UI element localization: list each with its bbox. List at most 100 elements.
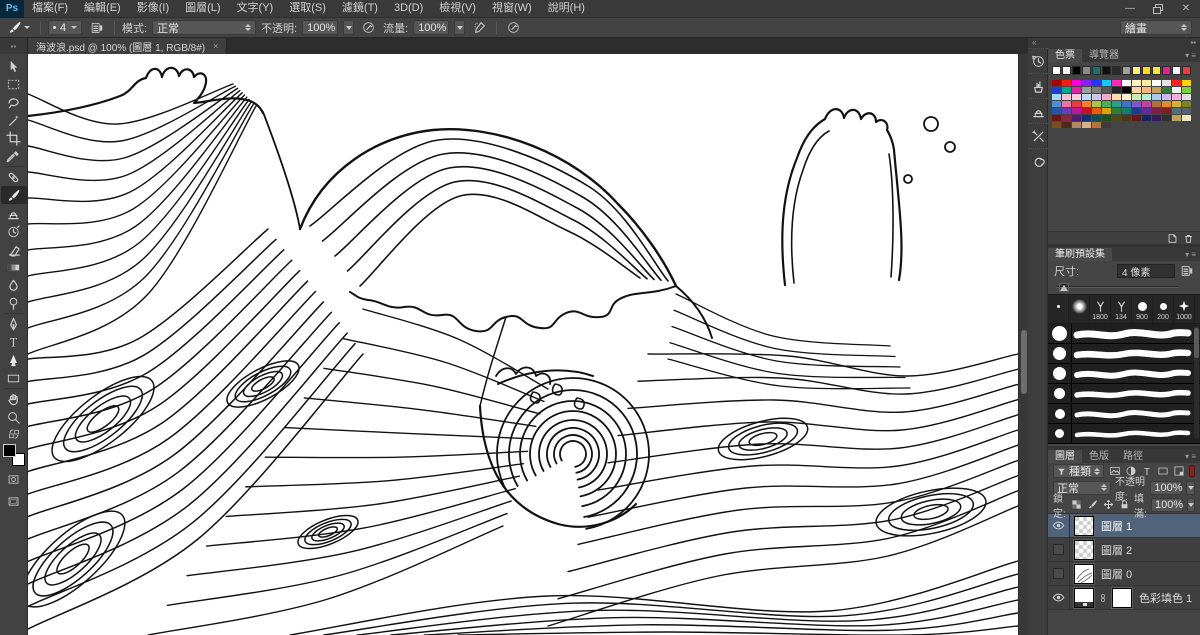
swatch[interactable] [1072, 115, 1081, 121]
swatch[interactable] [1142, 101, 1151, 107]
tab-色票[interactable]: 色票 [1048, 49, 1082, 62]
swatch[interactable] [1052, 122, 1061, 128]
lasso-tool[interactable] [1, 93, 27, 111]
type-tool[interactable]: T [1, 333, 27, 351]
opacity-dropdown[interactable] [343, 20, 354, 35]
swatch[interactable] [1162, 115, 1171, 121]
layer-row[interactable]: 圖層 2 [1048, 538, 1200, 562]
brush-list-scrollbar[interactable] [1194, 326, 1199, 438]
swatch[interactable] [1082, 115, 1091, 121]
swatch[interactable] [1092, 122, 1101, 128]
healing-brush-tool[interactable] [1, 168, 27, 186]
layer-fill-field[interactable]: 100% [1151, 498, 1183, 512]
menu-濾鏡[interactable]: 濾鏡(T) [334, 0, 386, 17]
lock-transparent-icon[interactable] [1070, 498, 1082, 512]
swatch[interactable] [1092, 80, 1101, 86]
screen-mode-button[interactable] [1, 492, 27, 510]
swatch[interactable] [1152, 108, 1161, 114]
swatch[interactable] [1162, 66, 1171, 75]
swatch[interactable] [1112, 80, 1121, 86]
swatch[interactable] [1122, 80, 1131, 86]
workspace-switcher[interactable]: 繪畫 [1120, 20, 1192, 35]
visibility-toggle[interactable] [1048, 562, 1070, 586]
pen-tool[interactable] [1, 315, 27, 333]
menu-說明[interactable]: 說明(H) [540, 0, 593, 17]
lock-paint-icon[interactable] [1086, 498, 1098, 512]
swatch[interactable] [1172, 87, 1181, 93]
swatch[interactable] [1102, 108, 1111, 114]
tool-preset-picker[interactable] [4, 20, 33, 36]
layer-opacity-field[interactable]: 100% [1150, 481, 1182, 495]
swatch[interactable] [1162, 94, 1171, 100]
swatch[interactable] [1102, 94, 1111, 100]
mode-select[interactable]: 正常 [152, 20, 256, 35]
swatch[interactable] [1172, 101, 1181, 107]
brush-preset-row[interactable] [1048, 424, 1200, 444]
menu-文字[interactable]: 文字(Y) [229, 0, 282, 17]
swatch[interactable] [1082, 94, 1091, 100]
brush-preset[interactable] [1069, 295, 1090, 323]
layer-fill-dropdown[interactable] [1187, 498, 1195, 512]
swatch[interactable] [1162, 87, 1171, 93]
swatch[interactable] [1092, 94, 1101, 100]
brush-preset-row[interactable] [1048, 384, 1200, 404]
swatch[interactable] [1152, 115, 1161, 121]
layer-thumbnail[interactable] [1074, 540, 1094, 560]
swatch[interactable] [1092, 66, 1101, 75]
swatch[interactable] [1152, 66, 1161, 75]
swatch[interactable] [1072, 94, 1081, 100]
swatch[interactable] [1122, 66, 1131, 75]
smudge-tool[interactable] [1, 276, 27, 294]
minimize-button[interactable]: — [1116, 0, 1144, 17]
scrollbar-thumb[interactable] [1021, 330, 1027, 394]
swatch[interactable] [1112, 101, 1121, 107]
zoom-tool[interactable] [1, 408, 27, 426]
document-tab[interactable]: 海波浪.psd @ 100% (圖層 1, RGB/8#) × [28, 38, 227, 54]
swatch[interactable] [1112, 66, 1121, 75]
swatch[interactable] [1132, 87, 1141, 93]
visibility-toggle[interactable] [1048, 514, 1070, 538]
swatch[interactable] [1122, 115, 1131, 121]
brush-preset[interactable]: 900 [1132, 295, 1153, 323]
layer-mask-thumbnail[interactable] [1112, 588, 1132, 608]
crop-tool[interactable] [1, 129, 27, 147]
swatch[interactable] [1182, 94, 1191, 100]
swatch[interactable] [1162, 108, 1171, 114]
swatch[interactable] [1082, 80, 1091, 86]
menu-選取[interactable]: 選取(S) [281, 0, 334, 17]
swatch[interactable] [1182, 101, 1191, 107]
toolbar-header[interactable]: ▪▪ [0, 38, 28, 54]
swatch[interactable] [1132, 80, 1141, 86]
panel-tool-presets-icon[interactable] [1028, 73, 1048, 98]
swatch[interactable] [1182, 87, 1191, 93]
quick-mask-button[interactable] [1, 470, 27, 488]
brush-tool[interactable] [1, 186, 27, 204]
swatch[interactable] [1062, 80, 1071, 86]
brush-preset[interactable]: 1000 [1174, 295, 1195, 323]
swatch[interactable] [1052, 87, 1061, 93]
swatch[interactable] [1082, 66, 1091, 75]
shape-tool[interactable] [1, 369, 27, 387]
panel-menu-icon[interactable]: ▾ ≡ [1181, 450, 1200, 463]
canvas-vertical-scrollbar[interactable] [1018, 54, 1028, 635]
brush-preset[interactable]: 1800 [1090, 295, 1111, 323]
swatch[interactable] [1102, 87, 1111, 93]
eraser-tool[interactable] [1, 240, 27, 258]
swatch[interactable] [1142, 87, 1151, 93]
move-tool[interactable] [1, 57, 27, 75]
swatch[interactable] [1072, 101, 1081, 107]
swatch[interactable] [1062, 115, 1071, 121]
swatch[interactable] [1112, 115, 1121, 121]
panel-menu-icon[interactable]: ▾ ≡ [1181, 49, 1200, 62]
menu-檔案[interactable]: 檔案(F) [24, 0, 76, 17]
menu-編輯[interactable]: 編輯(E) [76, 0, 129, 17]
swatch[interactable] [1122, 108, 1131, 114]
layer-filter-select[interactable]: 種類 [1053, 464, 1104, 478]
canvas[interactable] [28, 54, 1018, 635]
swatch[interactable] [1182, 115, 1191, 121]
panel-menu-icon[interactable]: ▾ ≡ [1181, 248, 1200, 261]
swatch[interactable] [1072, 66, 1081, 75]
tab-色版[interactable]: 色版 [1082, 450, 1116, 463]
swatch[interactable] [1062, 122, 1071, 128]
panel-extensions-icon[interactable] [1028, 123, 1048, 148]
